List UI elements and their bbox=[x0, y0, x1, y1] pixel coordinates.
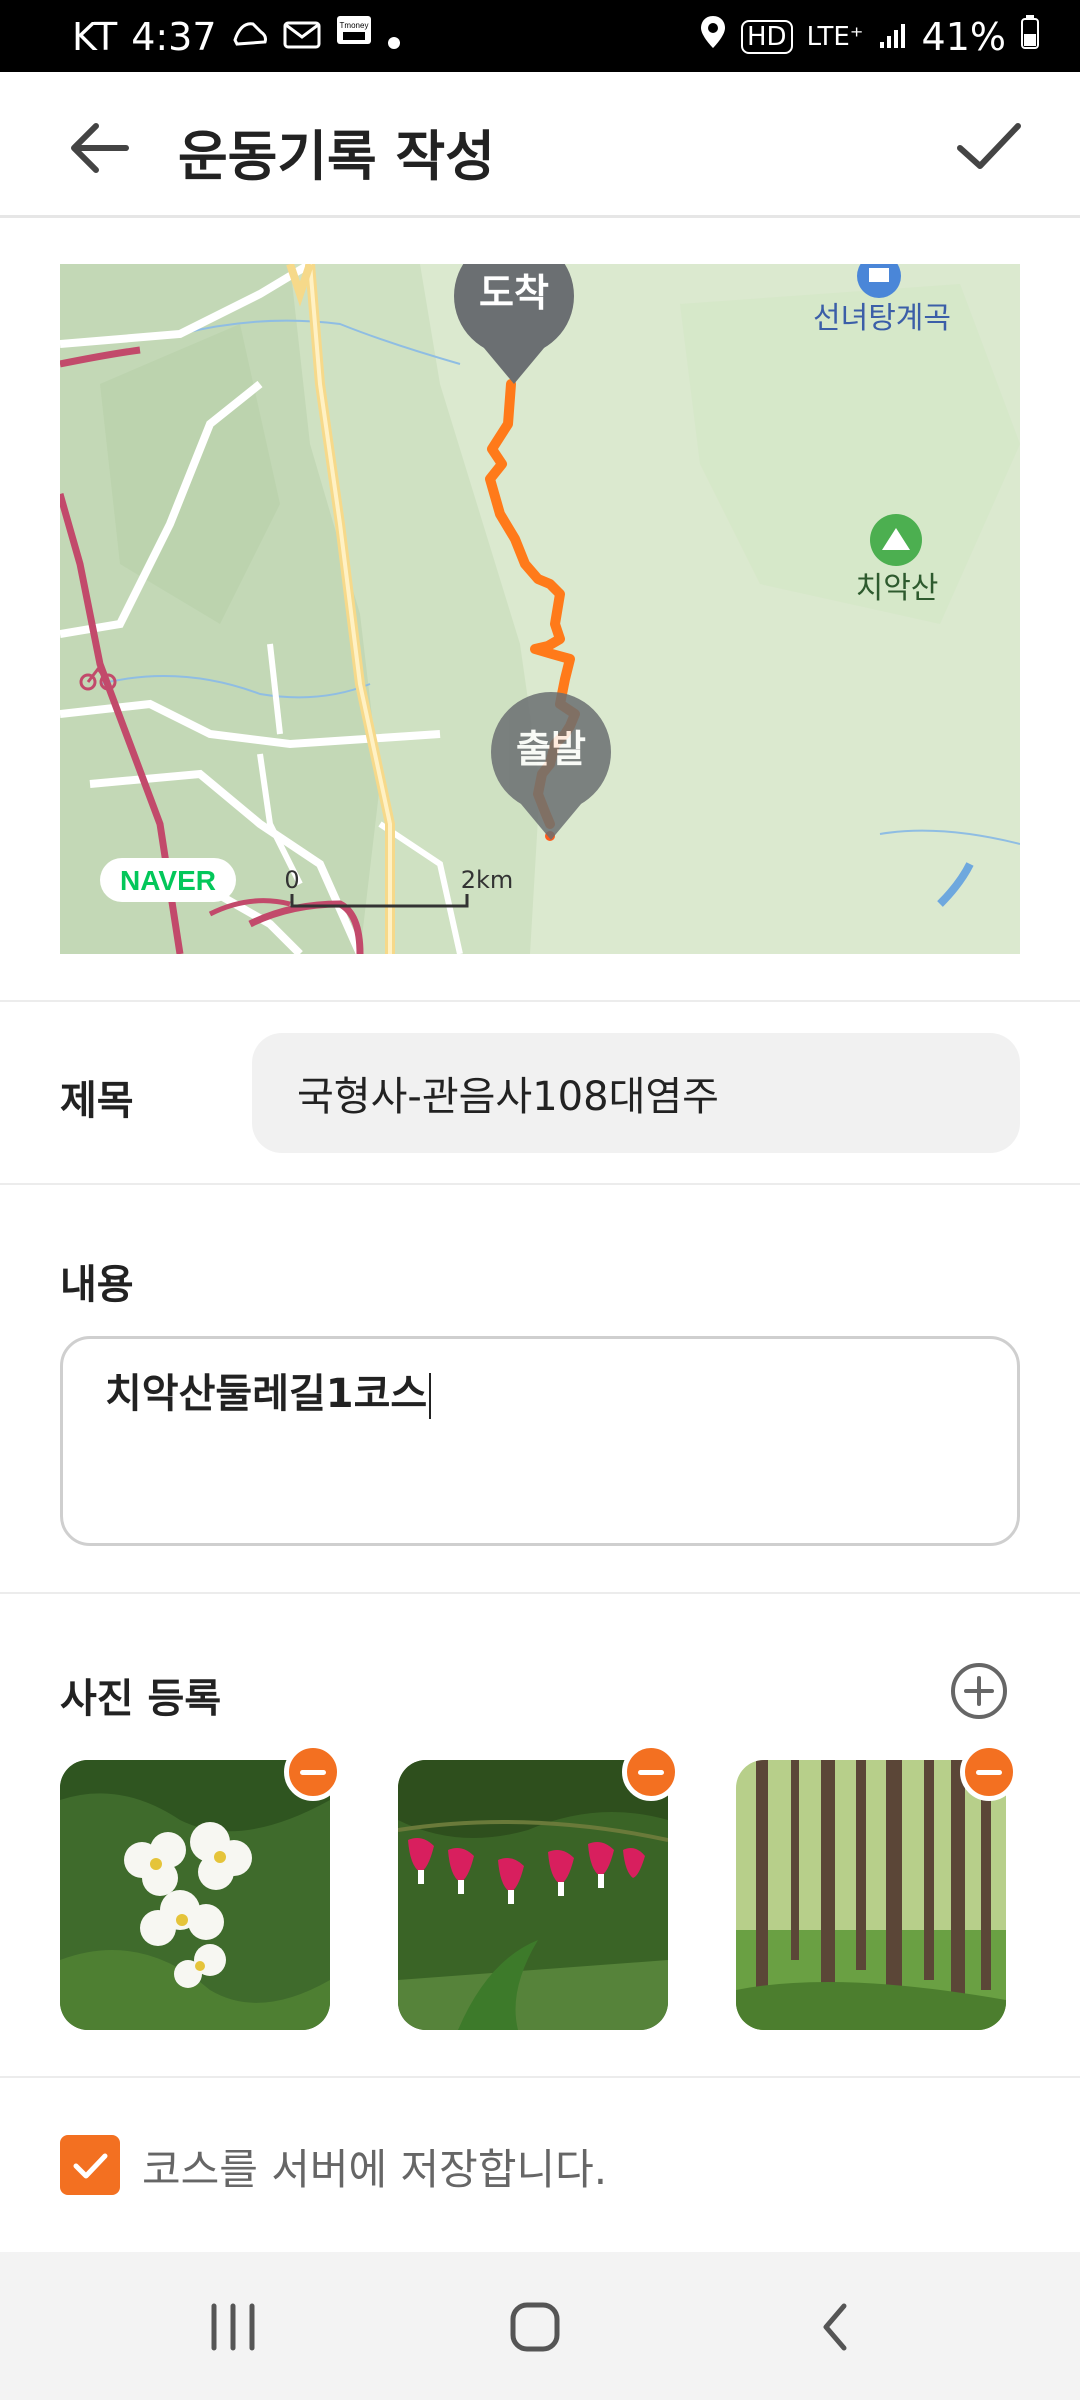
app-bar: 운동기록 작성 bbox=[0, 72, 1080, 218]
add-photo-button[interactable] bbox=[948, 1660, 1010, 1722]
content-label: 내용 bbox=[60, 1262, 134, 1308]
back-nav-button[interactable] bbox=[792, 2282, 882, 2372]
notification-dot-icon bbox=[387, 15, 401, 59]
content-textarea[interactable]: 치악산둘레길1코스 bbox=[60, 1336, 1020, 1546]
recent-apps-icon bbox=[211, 2303, 255, 2351]
remove-photo-button[interactable] bbox=[284, 1743, 342, 1801]
location-icon bbox=[699, 14, 727, 59]
photo-thumbnail[interactable] bbox=[398, 1760, 668, 2030]
svg-text:Tmoney: Tmoney bbox=[339, 21, 368, 30]
shoe-icon bbox=[231, 15, 269, 59]
status-bar: KT 4:37 Tmoney HD LTE⁺ 41% bbox=[0, 0, 1080, 72]
divider bbox=[0, 2076, 1080, 2078]
home-icon bbox=[510, 2302, 560, 2352]
carrier-label: KT bbox=[72, 14, 118, 59]
svg-text:2km: 2km bbox=[461, 866, 514, 894]
title-value: 국형사-관음사108대염주 bbox=[297, 1074, 719, 1120]
mail-icon bbox=[283, 15, 321, 59]
divider bbox=[0, 1000, 1080, 1002]
plus-circle-icon bbox=[951, 1663, 1007, 1719]
back-button[interactable] bbox=[60, 108, 140, 188]
valley-label: 선녀탕계곡 bbox=[813, 301, 951, 336]
chevron-left-icon bbox=[823, 2303, 847, 2351]
arrive-label: 도착 bbox=[479, 271, 549, 315]
check-icon bbox=[957, 123, 1021, 169]
save-course-label: 코스를 서버에 저장합니다. bbox=[142, 2145, 608, 2194]
system-navigation-bar bbox=[0, 2252, 1080, 2400]
save-button[interactable] bbox=[948, 106, 1028, 186]
remove-photo-button[interactable] bbox=[960, 1743, 1018, 1801]
hd-voice-icon: HD bbox=[741, 19, 793, 54]
checkmark-icon bbox=[73, 2153, 108, 2179]
photo-thumbnail[interactable] bbox=[736, 1760, 1006, 2030]
recent-apps-button[interactable] bbox=[188, 2282, 278, 2372]
photo-label: 사진 등록 bbox=[60, 1676, 222, 1722]
arrow-left-icon bbox=[71, 123, 129, 173]
content-value: 치악산둘레길1코스 bbox=[105, 1371, 428, 1417]
battery-percent: 41% bbox=[921, 14, 1006, 59]
network-type: LTE⁺ bbox=[806, 21, 864, 52]
divider bbox=[0, 1592, 1080, 1594]
title-label: 제목 bbox=[60, 1078, 134, 1124]
clock: 4:37 bbox=[131, 14, 217, 59]
naver-logo: NAVER bbox=[100, 858, 236, 902]
svg-text:NAVER: NAVER bbox=[120, 865, 216, 896]
mountain-label: 치악산 bbox=[856, 571, 939, 606]
photo-thumbnail[interactable] bbox=[60, 1760, 330, 2030]
depart-label: 출발 bbox=[516, 727, 586, 771]
svg-text:0: 0 bbox=[284, 866, 299, 894]
text-cursor bbox=[429, 1373, 432, 1419]
remove-photo-button[interactable] bbox=[622, 1743, 680, 1801]
signal-icon bbox=[878, 15, 908, 59]
divider bbox=[0, 1183, 1080, 1185]
battery-icon bbox=[1020, 14, 1040, 59]
tmoney-icon: Tmoney bbox=[335, 14, 373, 59]
home-button[interactable] bbox=[490, 2282, 580, 2372]
save-course-checkbox[interactable] bbox=[60, 2135, 120, 2195]
page-title: 운동기록 작성 bbox=[178, 125, 495, 188]
route-map[interactable]: 도착 출발 선녀탕계곡 치악산 NAVER 0 2km bbox=[60, 264, 1020, 954]
title-input[interactable]: 국형사-관음사108대염주 bbox=[252, 1033, 1020, 1153]
